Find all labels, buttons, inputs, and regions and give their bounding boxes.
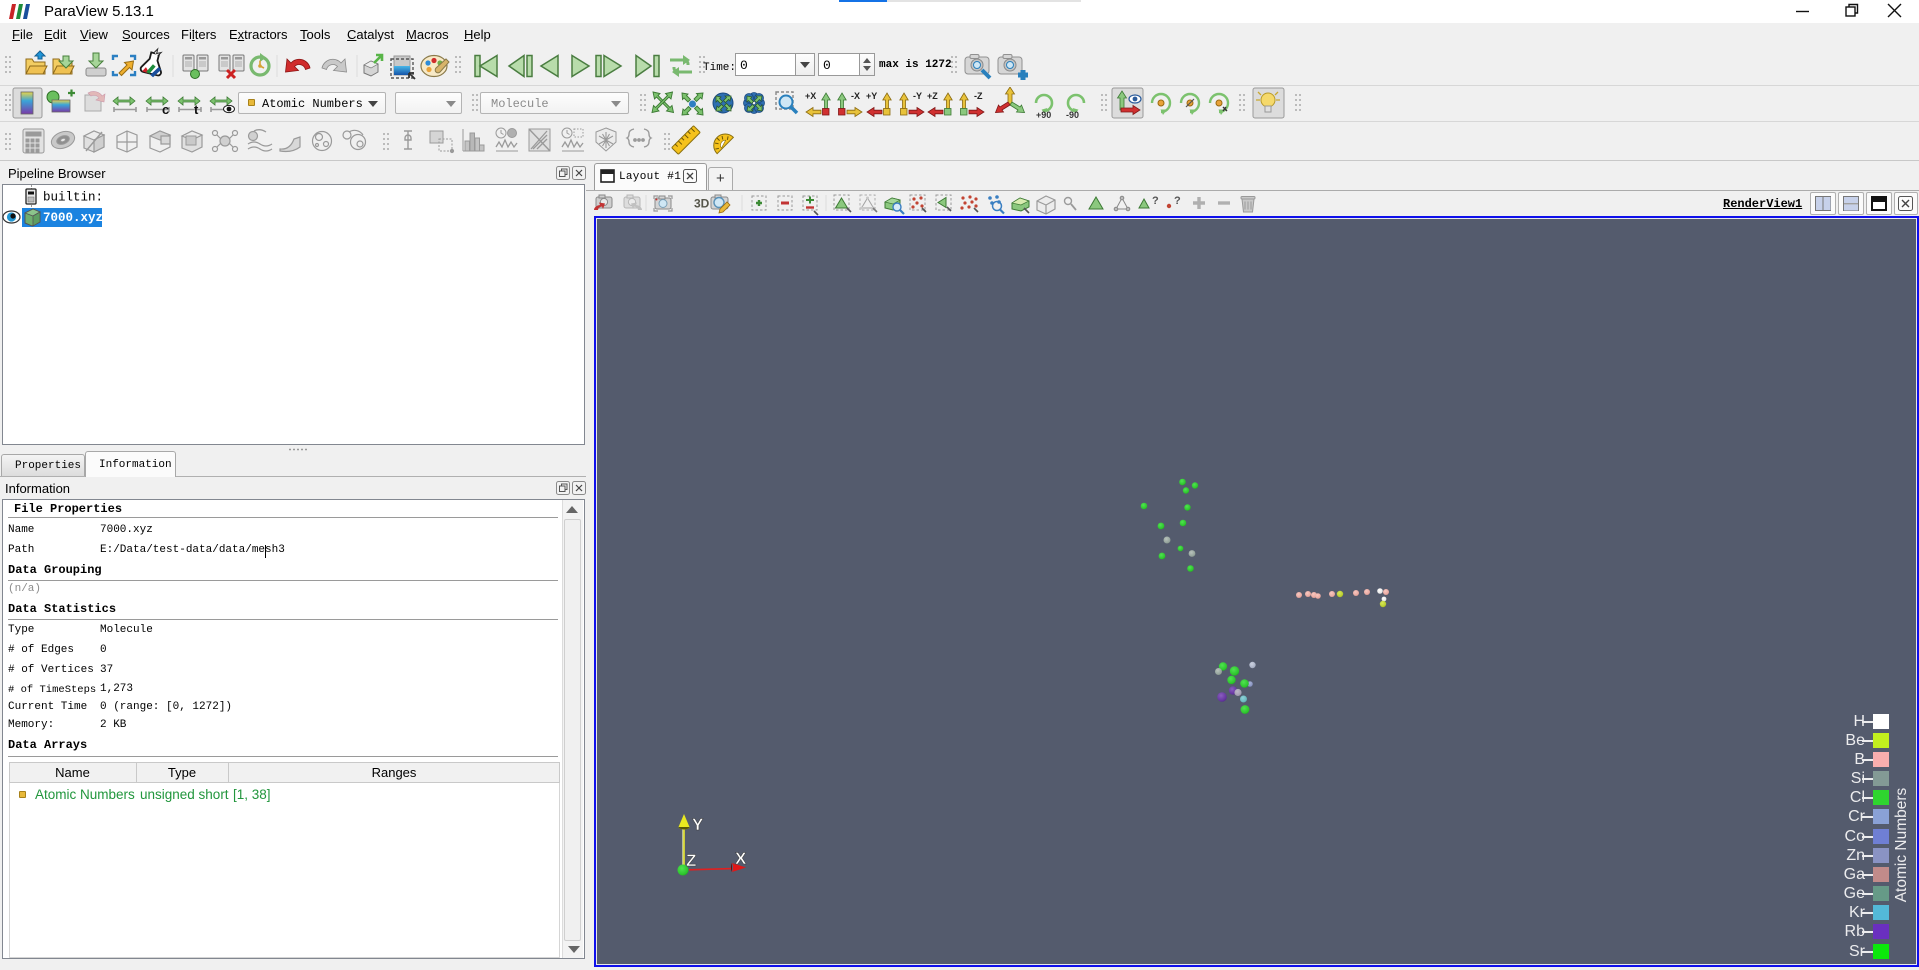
- svg-text:-X: -X: [851, 91, 860, 101]
- svg-text:?: ?: [1174, 195, 1181, 207]
- svg-text:builtin:: builtin:: [43, 191, 103, 205]
- svg-text:+Z: +Z: [927, 91, 938, 101]
- svg-text:-Y: -Y: [913, 91, 922, 101]
- svg-text:7000.xyz: 7000.xyz: [43, 211, 103, 225]
- svg-text:t: t: [194, 102, 199, 117]
- svg-text:Y: Y: [692, 815, 704, 834]
- svg-text:+Y: +Y: [866, 91, 877, 101]
- svg-text:?: ?: [1152, 195, 1159, 207]
- svg-text:Time:: Time:: [703, 62, 736, 74]
- svg-text:Z: Z: [686, 851, 696, 870]
- svg-text:-90: -90: [1066, 110, 1079, 120]
- svg-text:3D: 3D: [694, 197, 710, 211]
- svg-text:c: c: [162, 102, 169, 117]
- svg-text:+X: +X: [805, 91, 816, 101]
- svg-text:+90: +90: [1036, 110, 1051, 120]
- svg-text:X: X: [735, 849, 747, 868]
- svg-text:-Z: -Z: [974, 91, 983, 101]
- svg-text:Atomic Numbers: Atomic Numbers: [1893, 787, 1910, 902]
